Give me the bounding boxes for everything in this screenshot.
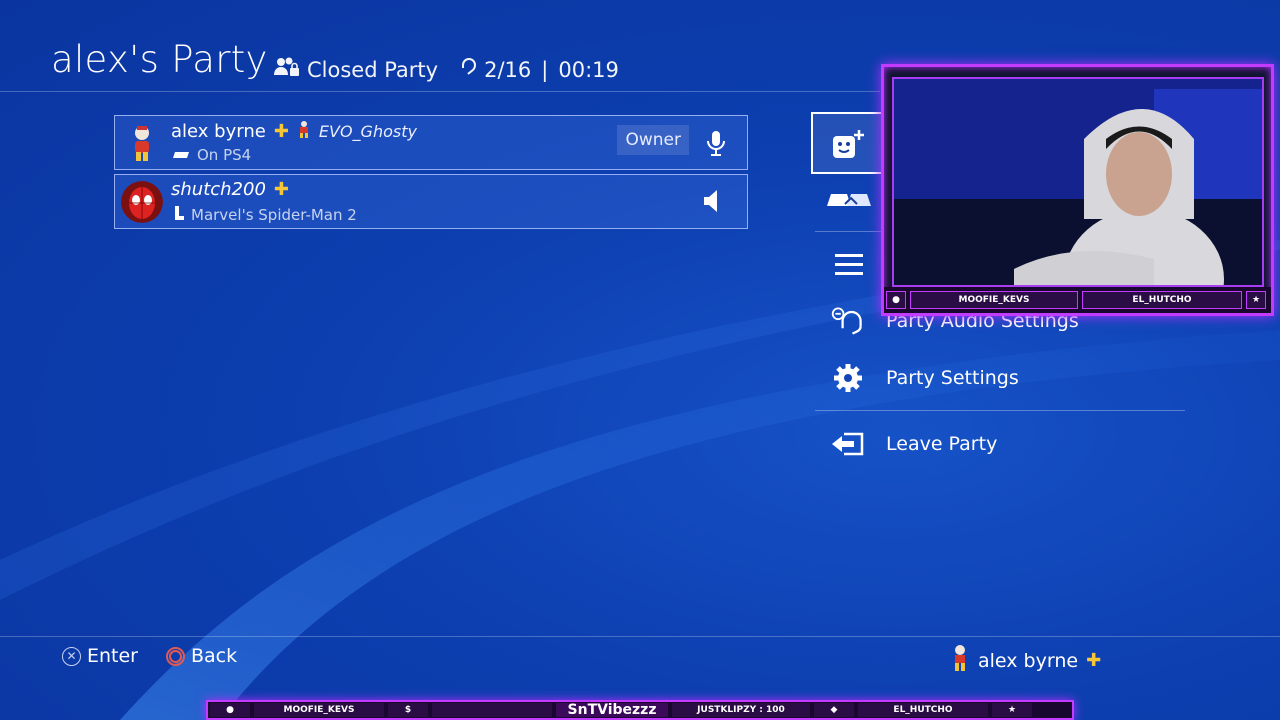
webcam-overlay: ● MOOFIE_KEVS EL_HUTCHO ★ [881, 64, 1274, 316]
member-row[interactable]: shutch200 ✚ Marvel's Spider-Man 2 [114, 174, 748, 229]
header-divider [0, 91, 880, 92]
member-row[interactable]: alex byrne ✚ EVO_Ghosty On PS4 Owner [114, 115, 748, 170]
star-icon: ★ [992, 703, 1032, 717]
user-avatar-icon [950, 644, 970, 677]
member-status-text: On PS4 [197, 146, 252, 164]
owner-badge: Owner [617, 125, 689, 155]
invite-button[interactable] [811, 112, 883, 174]
bar-right-name: EL_HUTCHO [858, 703, 988, 717]
cross-button-icon: ✕ [62, 646, 81, 666]
bar-left-name: MOOFIE_KEVS [254, 703, 384, 717]
avatar [121, 181, 163, 223]
dollar-icon: $ [388, 703, 428, 717]
meta-separator: | [541, 57, 549, 82]
mic-icon[interactable] [701, 128, 731, 158]
invite-icon [833, 130, 864, 158]
member-status: Marvel's Spider-Man 2 [173, 205, 357, 225]
user-icon: ● [210, 703, 250, 717]
leave-icon [830, 428, 866, 460]
cam-label-right: EL_HUTCHO [1082, 291, 1242, 309]
party-type: Closed Party [307, 57, 439, 82]
bar-tip: JUSTKLIPZY : 100 [672, 703, 810, 717]
member-name-line: alex byrne ✚ EVO_Ghosty [171, 120, 417, 143]
menu-party-settings[interactable]: Party Settings [830, 362, 1019, 394]
member-name: alex byrne [171, 121, 266, 142]
circle-button-icon [166, 646, 185, 666]
member-status-text: Marvel's Spider-Man 2 [191, 206, 357, 224]
avatar [121, 122, 163, 164]
member-name-line: shutch200 ✚ [171, 179, 289, 200]
footer-divider [0, 636, 1280, 637]
sidebar-divider [815, 231, 885, 232]
back-label: Back [191, 645, 238, 667]
user-icon: ● [886, 291, 906, 309]
current-user-name: alex byrne [978, 649, 1079, 672]
menu-label: Leave Party [886, 433, 998, 455]
game-icon [173, 205, 185, 225]
bar-center-name: SnTVibezzz [556, 702, 668, 718]
member-online-id: EVO_Ghosty [318, 122, 417, 141]
diamond-icon: ◆ [814, 703, 854, 717]
member-name: shutch200 [171, 179, 266, 200]
menu-icon[interactable] [835, 252, 865, 282]
webcam-feed [892, 77, 1264, 287]
enter-hint: ✕ Enter [62, 645, 138, 667]
closed-party-icon [273, 56, 301, 83]
webcam-name-bar: ● MOOFIE_KEVS EL_HUTCHO ★ [884, 287, 1271, 313]
member-count: 2/16 [484, 57, 532, 82]
back-hint: Back [166, 645, 237, 667]
speaker-icon[interactable] [703, 189, 721, 217]
stream-alert-bar: ● MOOFIE_KEVS $ SnTVibezzz JUSTKLIPZY : … [206, 700, 1074, 720]
ps4-console-icon [173, 146, 191, 164]
bar-spacer [432, 703, 552, 717]
menu-label: Party Settings [886, 367, 1019, 389]
gear-icon [830, 362, 866, 394]
streamer-silhouette [894, 79, 1262, 285]
page-title: alex's Party [51, 38, 268, 81]
ps-plus-icon: ✚ [1086, 650, 1102, 671]
linked-avatar-icon [297, 120, 311, 143]
member-status: On PS4 [173, 146, 251, 164]
cam-label-left: MOOFIE_KEVS [910, 291, 1078, 309]
menu-divider [815, 410, 1185, 411]
headset-count-icon [460, 57, 478, 82]
ps-plus-icon: ✚ [273, 179, 290, 200]
enter-label: Enter [87, 645, 138, 667]
party-audio-icon [830, 305, 866, 337]
star-icon: ★ [1246, 291, 1266, 309]
current-user: alex byrne ✚ [950, 644, 1101, 677]
party-meta: Closed Party 2/16 | 00:19 [273, 56, 619, 83]
party-timer: 00:19 [558, 57, 619, 82]
ps-plus-icon: ✚ [273, 121, 289, 142]
menu-leave-party[interactable]: Leave Party [830, 428, 997, 460]
share-play-icon[interactable] [827, 186, 873, 218]
